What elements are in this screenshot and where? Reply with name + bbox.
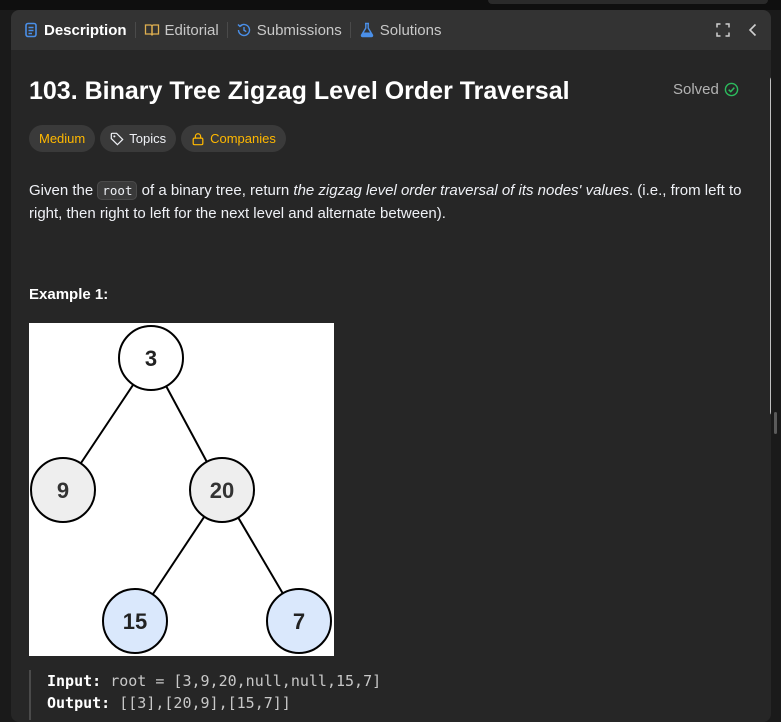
example-1-io: Input: root = [3,9,20,null,null,15,7] Ou…: [29, 670, 747, 720]
solved-label: Solved: [673, 81, 719, 98]
example-input-line: Input: root = [3,9,20,null,null,15,7]: [47, 670, 747, 692]
description-emphasis: the zigzag level order traversal of its …: [293, 182, 629, 199]
tab-description[interactable]: Description: [11, 10, 133, 50]
tab-submissions[interactable]: Submissions: [230, 10, 348, 50]
problem-title[interactable]: 103. Binary Tree Zigzag Level Order Trav…: [29, 77, 570, 106]
book-icon: [144, 22, 160, 38]
tab-divider: [226, 22, 228, 38]
tab-bar-actions: [715, 22, 761, 38]
tab-solutions[interactable]: Solutions: [353, 10, 448, 50]
tree-node-9: 9: [30, 457, 96, 523]
tab-submissions-label: Submissions: [256, 21, 342, 39]
node-value: 7: [293, 609, 305, 634]
tab-solutions-label: Solutions: [379, 21, 442, 39]
fullscreen-icon[interactable]: [715, 22, 731, 38]
tab-editorial[interactable]: Editorial: [138, 10, 225, 50]
tab-bar: Description Editorial Submissions Soluti…: [11, 10, 771, 50]
lock-icon: [191, 132, 205, 146]
node-value: 15: [123, 609, 147, 634]
history-icon: [236, 22, 252, 38]
vertical-scrollbar[interactable]: [768, 62, 771, 722]
problem-description: Given the root of a binary tree, return …: [29, 179, 744, 225]
difficulty-badge: Medium: [29, 125, 96, 152]
topics-label: Topics: [129, 131, 167, 146]
tree-node-3: 3: [118, 325, 184, 391]
example-output-line: Output: [[3],[20,9],[15,7]]: [47, 692, 747, 714]
input-value: root = [3,9,20,null,null,15,7]: [110, 672, 382, 690]
output-value: [[3],[20,9],[15,7]]: [119, 694, 291, 712]
example-1-heading: Example 1:: [29, 286, 109, 303]
tag-icon: [110, 132, 124, 146]
description-icon: [23, 22, 39, 38]
flask-icon: [359, 22, 375, 38]
input-label: Input:: [47, 672, 102, 690]
description-text-2: of a binary tree, return: [137, 182, 294, 199]
example-tree-image: 3 9 20 15 7: [29, 323, 334, 656]
topics-button[interactable]: Topics: [100, 125, 177, 152]
companies-label: Companies: [210, 131, 276, 146]
tree-node-7: 7: [266, 588, 332, 654]
output-label: Output:: [47, 694, 111, 712]
collapse-chevron-left-icon[interactable]: [745, 22, 761, 38]
companies-button[interactable]: Companies: [181, 125, 286, 152]
description-text-1: Given the: [29, 182, 98, 199]
window-top-strip: [0, 0, 781, 10]
tree-node-20: 20: [189, 457, 255, 523]
node-value: 9: [57, 478, 69, 503]
node-value: 3: [145, 346, 157, 371]
tab-divider: [349, 22, 351, 38]
tab-description-label: Description: [44, 21, 127, 39]
code-root: root: [97, 181, 138, 200]
problem-panel: Description Editorial Submissions Soluti…: [11, 10, 771, 722]
problem-badges: Medium Topics Companies: [29, 125, 286, 152]
panel-resize-handle[interactable]: [774, 412, 777, 434]
check-circle-icon: [724, 82, 739, 97]
tab-editorial-label: Editorial: [164, 21, 219, 39]
node-value: 20: [210, 478, 234, 503]
solved-status: Solved: [673, 81, 739, 98]
tab-divider: [134, 22, 136, 38]
difficulty-label: Medium: [39, 131, 86, 146]
scrollbar-thumb[interactable]: [770, 76, 771, 416]
toolbar-edge: [488, 0, 768, 4]
tree-node-15: 15: [102, 588, 168, 654]
